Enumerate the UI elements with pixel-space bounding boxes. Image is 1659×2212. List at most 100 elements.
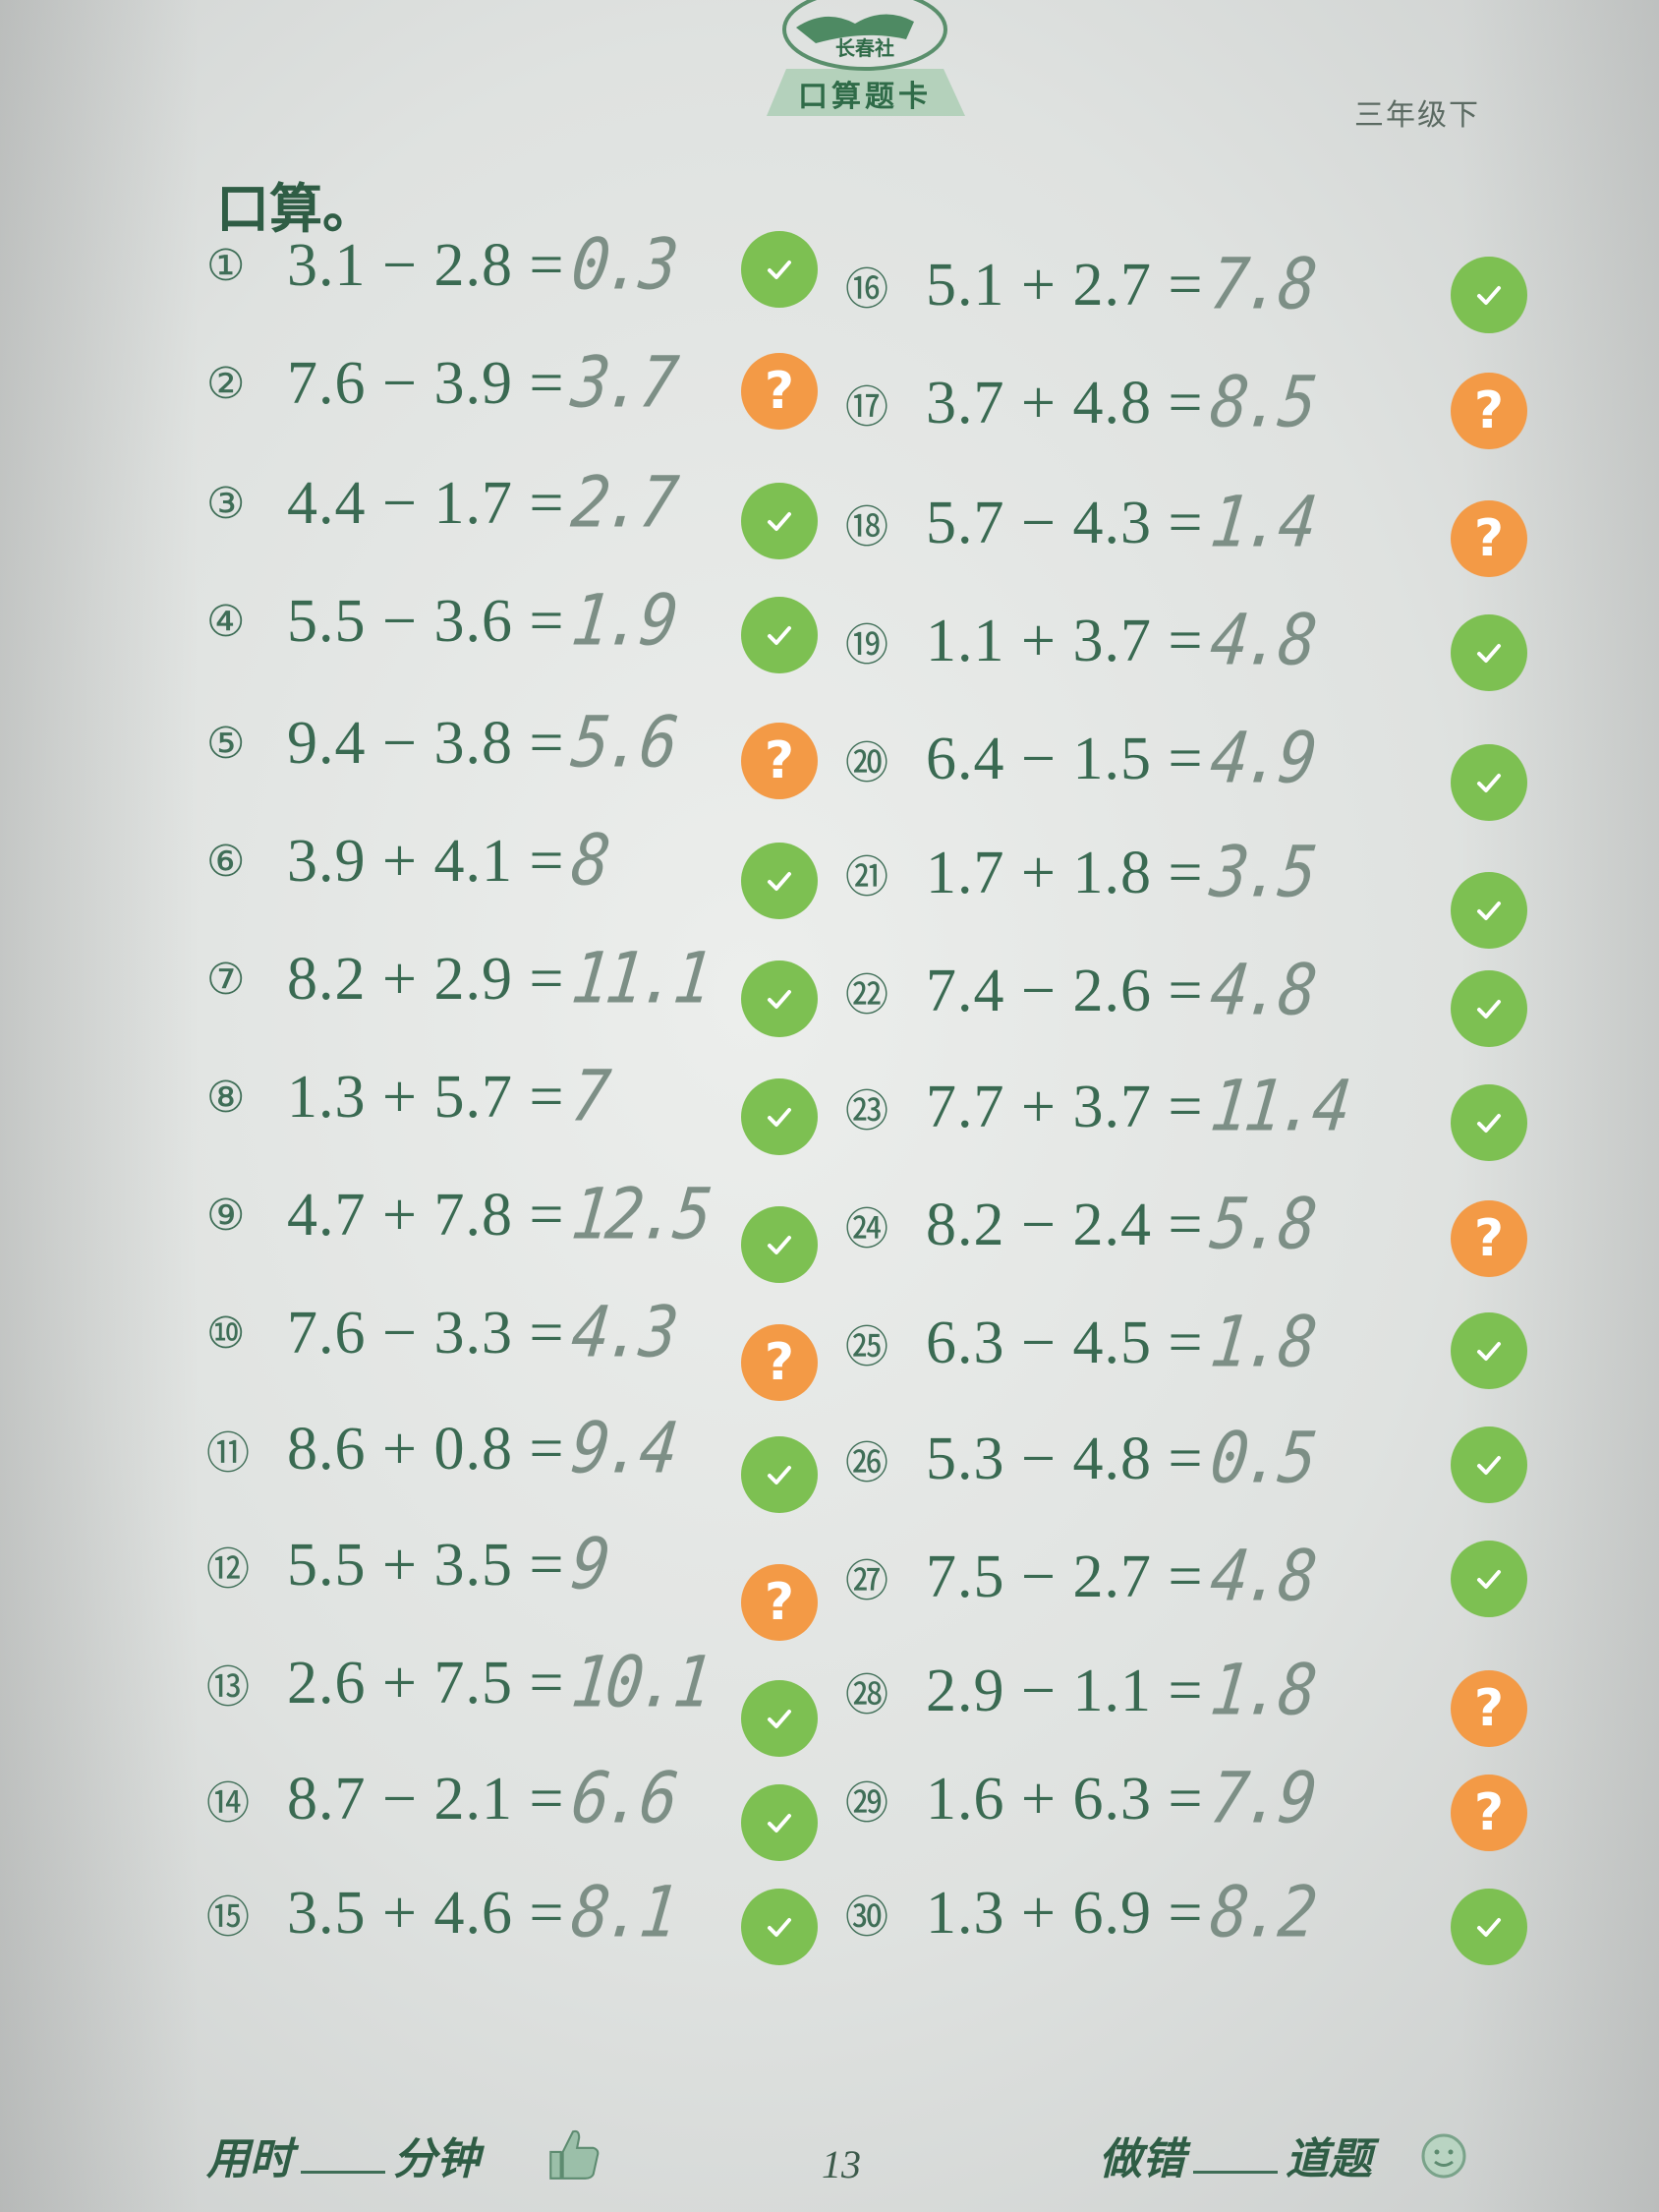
check-icon	[1477, 1342, 1501, 1361]
question-badge[interactable]: ?	[741, 1324, 818, 1401]
handwritten-answer: 7	[568, 1056, 611, 1138]
correct-badge[interactable]	[741, 483, 818, 559]
question-badge[interactable]: ?	[1451, 373, 1527, 449]
correct-badge[interactable]	[741, 1206, 818, 1283]
check-icon	[1477, 774, 1501, 792]
correct-badge[interactable]	[1451, 1312, 1527, 1389]
handwritten-answer: 1.9	[568, 580, 679, 663]
problem-row: ⑩ 7.6 − 3.3 = 4.3	[206, 1279, 678, 1387]
correct-badge[interactable]	[741, 843, 818, 919]
check-icon	[1477, 1918, 1501, 1937]
handwritten-answer: 4.9	[1207, 718, 1318, 800]
problem-number: ㉖	[845, 1438, 888, 1488]
correct-badge[interactable]	[741, 1784, 818, 1861]
question-badge[interactable]: ?	[741, 723, 818, 799]
handwritten-answer: 6.6	[568, 1758, 679, 1840]
time-label: 用时	[206, 2134, 293, 2184]
question-icon: ?	[1473, 1783, 1505, 1842]
problem-number: ②	[206, 358, 246, 409]
handwritten-answer: 8.5	[1207, 362, 1318, 444]
question-badge[interactable]: ?	[1451, 1670, 1527, 1747]
error-count: 做错 道题	[1099, 2124, 1372, 2186]
smiley-icon	[1421, 2133, 1466, 2179]
handwritten-answer: 4.8	[1207, 600, 1318, 682]
handwritten-answer: 5.6	[568, 702, 679, 785]
problem-number: ㉘	[845, 1670, 888, 1720]
handwritten-answer: 8.1	[568, 1872, 679, 1954]
correct-badge[interactable]	[741, 597, 818, 673]
problem-row: ② 7.6 − 3.9 = 3.7	[206, 329, 678, 437]
question-badge[interactable]: ?	[741, 353, 818, 430]
problem-expression: 8.6 + 0.8 =	[287, 1415, 565, 1483]
correct-badge[interactable]	[1451, 614, 1527, 691]
question-badge[interactable]: ?	[1451, 1775, 1527, 1851]
problem-row: ⑥ 3.9 + 4.1 = 8	[206, 807, 610, 915]
errors-blank[interactable]	[1193, 2171, 1278, 2174]
problem-expression: 3.7 + 4.8 =	[926, 369, 1204, 437]
problem-number: ⑨	[206, 1190, 246, 1241]
problem-expression: 4.4 − 1.7 =	[287, 469, 565, 537]
problem-row: ㉔ 8.2 − 2.4 = 5.8	[845, 1171, 1317, 1279]
problem-expression: 5.1 + 2.7 =	[926, 251, 1204, 319]
handwritten-answer: 12.5	[568, 1174, 713, 1256]
check-icon	[768, 1466, 791, 1484]
handwritten-answer: 0.3	[568, 224, 679, 307]
question-badge[interactable]: ?	[1451, 500, 1527, 577]
time-spent: 用时 分钟	[206, 2124, 480, 2186]
count-label: 道题	[1286, 2134, 1372, 2184]
problem-expression: 9.4 − 3.8 =	[287, 709, 565, 777]
problem-row: ㉑ 1.7 + 1.8 = 3.5	[845, 819, 1317, 927]
correct-badge[interactable]	[741, 1680, 818, 1757]
problem-number: ⑱	[845, 502, 888, 553]
problem-row: ⑦ 8.2 + 2.9 = 11.1	[206, 925, 713, 1033]
problem-number: ⑧	[206, 1072, 246, 1123]
problem-number: ①	[206, 240, 246, 291]
problem-number: ③	[206, 478, 246, 529]
correct-badge[interactable]	[741, 231, 818, 308]
correct-badge[interactable]	[1451, 872, 1527, 949]
correct-badge[interactable]	[1451, 1426, 1527, 1503]
question-icon: ?	[764, 1333, 795, 1392]
correct-badge[interactable]	[1451, 1541, 1527, 1617]
problem-row: ㉖ 5.3 − 4.8 = 0.5	[845, 1405, 1317, 1513]
problem-expression: 7.4 − 2.6 =	[926, 957, 1204, 1024]
handwritten-answer: 7.8	[1207, 244, 1318, 326]
problem-row: ㉘ 2.9 − 1.1 = 1.8	[845, 1637, 1317, 1745]
problem-expression: 8.2 + 2.9 =	[287, 945, 565, 1013]
correct-badge[interactable]	[1451, 970, 1527, 1047]
correct-badge[interactable]	[1451, 744, 1527, 821]
time-blank[interactable]	[301, 2171, 385, 2174]
question-badge[interactable]: ?	[1451, 1200, 1527, 1277]
problem-number: ⑲	[845, 620, 888, 670]
check-icon	[1477, 286, 1501, 305]
check-icon	[768, 1710, 791, 1728]
correct-badge[interactable]	[741, 1436, 818, 1513]
errors-label: 做错	[1099, 2134, 1185, 2184]
problem-row: ㉚ 1.3 + 6.9 = 8.2	[845, 1859, 1317, 1967]
check-icon	[1477, 902, 1501, 920]
check-icon	[768, 512, 791, 531]
problem-row: ⑧ 1.3 + 5.7 = 7	[206, 1043, 610, 1151]
problem-number: ㉑	[845, 852, 888, 902]
page-number: 13	[822, 2142, 861, 2186]
correct-badge[interactable]	[1451, 1084, 1527, 1161]
problem-row: ⑰ 3.7 + 4.8 = 8.5	[845, 349, 1317, 457]
check-icon	[768, 1918, 791, 1937]
problem-expression: 5.5 − 3.6 =	[287, 587, 565, 655]
correct-badge[interactable]	[741, 960, 818, 1037]
handwritten-answer: 9	[568, 1524, 611, 1606]
correct-badge[interactable]	[741, 1078, 818, 1155]
question-badge[interactable]: ?	[741, 1564, 818, 1641]
question-icon: ?	[1473, 509, 1505, 568]
check-icon	[768, 626, 791, 645]
problem-number: ⑫	[206, 1544, 250, 1595]
problem-expression: 8.2 − 2.4 =	[926, 1191, 1204, 1258]
correct-badge[interactable]	[1451, 257, 1527, 333]
correct-badge[interactable]	[741, 1889, 818, 1965]
check-icon	[768, 261, 791, 279]
handwritten-answer: 1.8	[1207, 1302, 1318, 1384]
problem-number: ㉙	[845, 1778, 888, 1829]
problem-number: ⑪	[206, 1428, 250, 1479]
correct-badge[interactable]	[1451, 1889, 1527, 1965]
check-icon	[768, 1236, 791, 1254]
